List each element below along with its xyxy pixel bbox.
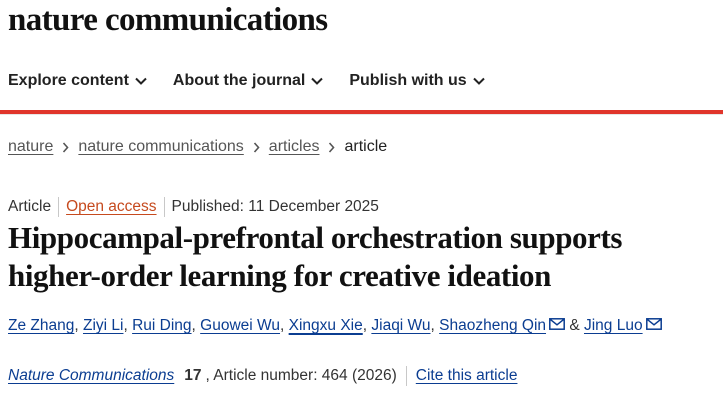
article-meta: Article Open access Published: 11 Decemb… (8, 197, 379, 217)
divider (0, 114, 723, 115)
breadcrumb-articles[interactable]: articles (269, 138, 320, 156)
journal-link[interactable]: Nature Communications (8, 367, 174, 385)
author-separator: , (362, 317, 368, 334)
nav-label: Explore content (8, 72, 129, 89)
published-date: Published: 11 December 2025 (171, 198, 379, 215)
breadcrumb-nature[interactable]: nature (8, 138, 53, 156)
author-separator: , (430, 317, 435, 334)
article-type: Article (8, 198, 52, 215)
author-separator: , (123, 317, 128, 334)
main-nav: Explore content About the journal Publis… (8, 72, 511, 90)
cite-this-article-link[interactable]: Cite this article (416, 367, 518, 385)
divider (405, 366, 407, 386)
author-link[interactable]: Guowei Wu (200, 317, 280, 335)
divider (58, 197, 60, 217)
chevron-down-icon (472, 77, 485, 85)
chevron-right-icon (328, 141, 336, 153)
volume: 17 (184, 367, 202, 384)
author-separator: , (191, 317, 196, 334)
nav-explore-content[interactable]: Explore content (8, 72, 147, 90)
email-icon[interactable] (549, 318, 565, 330)
author-conjunction: & (569, 317, 580, 334)
nav-label: Publish with us (349, 72, 467, 89)
email-icon[interactable] (645, 318, 662, 330)
nav-about-journal[interactable]: About the journal (172, 72, 324, 90)
author-separator: , (280, 317, 285, 334)
breadcrumb-current: article (344, 138, 388, 155)
divider (163, 197, 165, 217)
author-list: Ze Zhang, Ziyi Li, Rui Ding, Guowei Wu, … (8, 317, 662, 335)
breadcrumb: nature nature communications articles ar… (8, 138, 387, 156)
chevron-right-icon (253, 141, 260, 153)
author-link[interactable]: Jiaqi Wu (371, 317, 430, 335)
author-link[interactable]: Ziyi Li (83, 317, 123, 335)
breadcrumb-nature-communications[interactable]: nature communications (78, 138, 243, 156)
chevron-down-icon (135, 77, 147, 85)
author-link[interactable]: Ze Zhang (8, 317, 74, 335)
author-link[interactable]: Shaozheng Qin (439, 317, 546, 335)
open-access-link[interactable]: Open access (66, 198, 156, 216)
nav-publish-with-us[interactable]: Publish with us (349, 72, 485, 90)
chevron-right-icon (62, 141, 69, 153)
author-link[interactable]: Rui Ding (132, 317, 191, 335)
nav-label: About the journal (172, 72, 306, 89)
article-title: Hippocampal-prefrontal orchestration sup… (8, 220, 623, 293)
author-link[interactable]: Xingxu Xie (289, 317, 363, 335)
author-separator: , (74, 317, 79, 334)
chevron-down-icon (311, 77, 324, 85)
site-logo[interactable]: nature communications (8, 2, 328, 39)
citation-line: Nature Communications 17 , Article numbe… (8, 366, 517, 386)
author-link[interactable]: Jing Luo (584, 317, 643, 335)
article-number: , Article number: 464 (2026) (205, 367, 397, 384)
